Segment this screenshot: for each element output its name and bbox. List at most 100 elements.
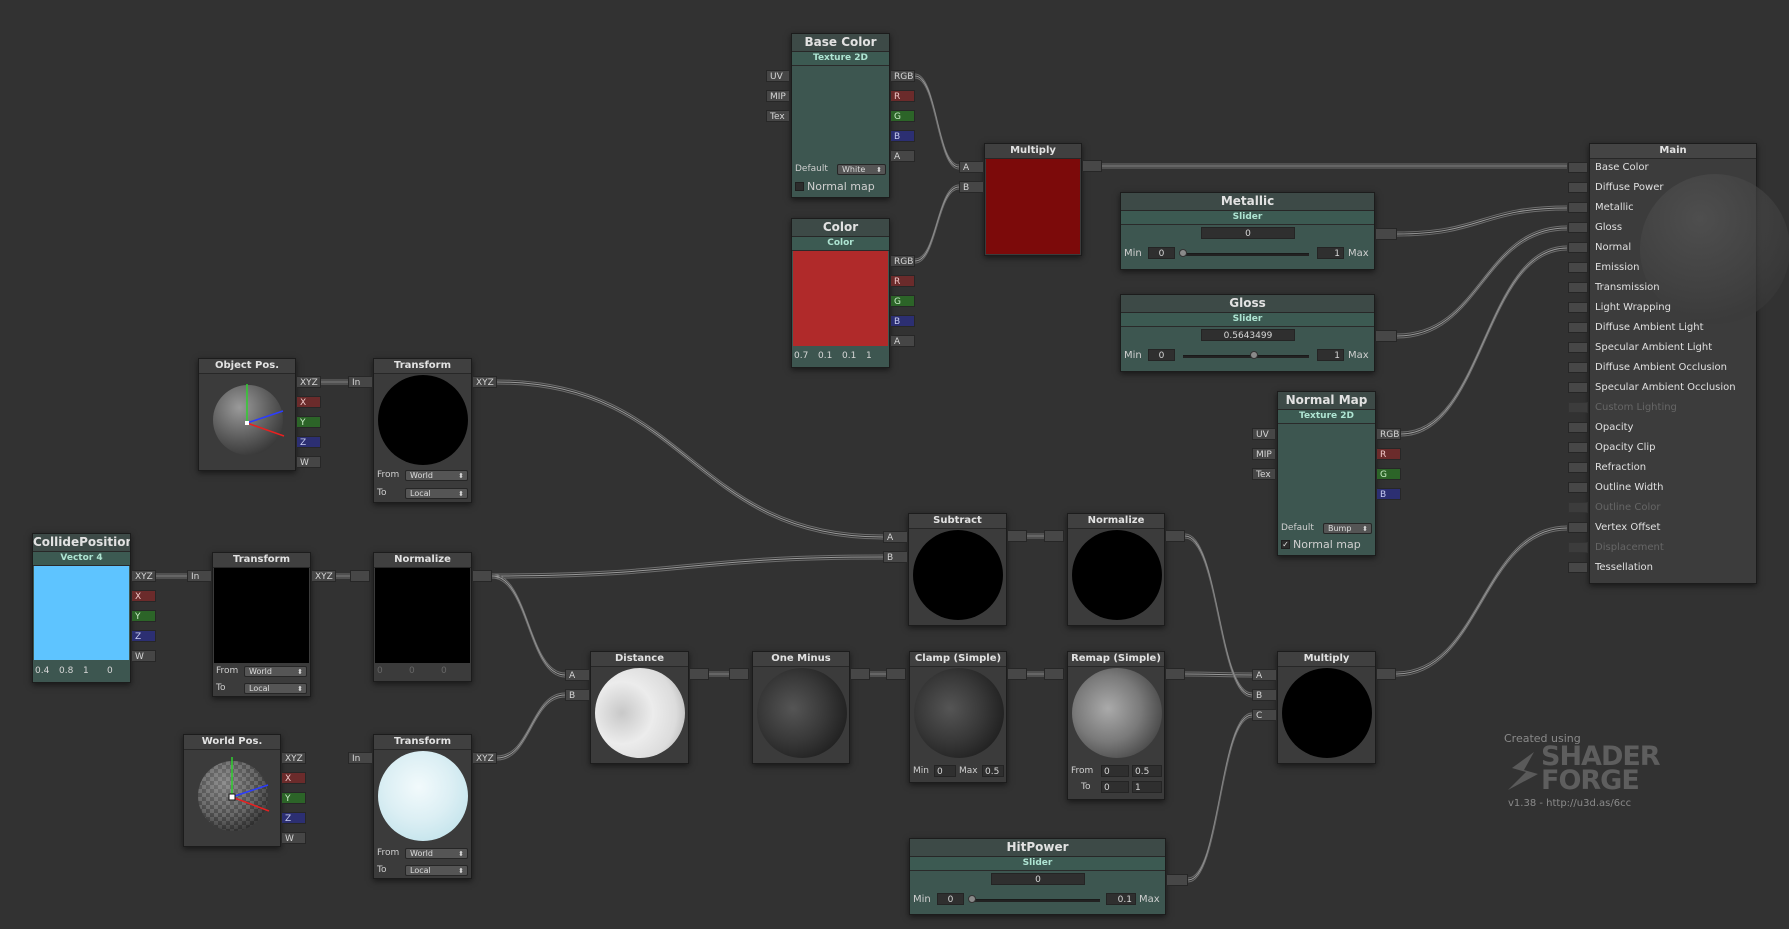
output-port-rgb[interactable]: RGB <box>890 255 915 267</box>
output-port-xyz[interactable]: XYZ <box>472 752 497 764</box>
input-port-tex[interactable]: Tex <box>1252 468 1276 480</box>
max-field[interactable]: 0.5 <box>982 765 1004 777</box>
multiply-node[interactable]: Multiply <box>1277 651 1376 764</box>
input-port[interactable] <box>886 668 906 680</box>
output-port-y[interactable]: Y <box>131 610 156 622</box>
input-port-a[interactable]: A <box>959 161 984 173</box>
slider-value-field[interactable]: 0.5643499 <box>1201 329 1295 341</box>
color-swatch[interactable] <box>793 251 888 346</box>
output-port-xyz[interactable]: XYZ <box>131 570 156 582</box>
input-port-tex[interactable]: Tex <box>766 110 790 122</box>
normalize-node[interactable]: Normalize 0 0 0 <box>373 552 472 682</box>
color-r-value[interactable]: 0.7 <box>794 350 816 362</box>
subtract-node[interactable]: Subtract <box>908 513 1007 626</box>
input-port-a[interactable]: A <box>1252 669 1277 681</box>
one-minus-node[interactable]: One Minus <box>752 651 850 764</box>
output-port[interactable] <box>1007 668 1027 680</box>
output-port-b[interactable]: B <box>890 130 915 142</box>
input-port-in[interactable]: In <box>187 570 212 582</box>
output-port[interactable] <box>689 668 709 680</box>
color-node[interactable]: Color Color 0.7 0.1 0.1 1 <box>791 218 890 368</box>
multiply-node[interactable]: Multiply <box>984 143 1082 256</box>
from-b-field[interactable]: 0.5 <box>1132 765 1162 777</box>
normal-map-checkbox[interactable] <box>795 182 804 191</box>
clamp-simple-node[interactable]: Clamp (Simple) Min 0 Max 0.5 <box>909 651 1007 783</box>
distance-node[interactable]: Distance <box>590 651 689 764</box>
output-port-x[interactable]: X <box>296 396 321 408</box>
input-connector[interactable] <box>1568 482 1588 493</box>
default-dropdown[interactable]: White ⬍ <box>837 164 886 175</box>
min-field[interactable]: 0 <box>937 893 964 905</box>
input-port-in[interactable]: In <box>348 752 373 764</box>
input-connector[interactable] <box>1568 382 1588 393</box>
normalize-node[interactable]: Normalize <box>1067 513 1165 626</box>
input-connector[interactable] <box>1568 342 1588 353</box>
input-port[interactable] <box>350 570 370 582</box>
slider-track[interactable] <box>972 899 1100 902</box>
input-port-b[interactable]: B <box>959 181 984 193</box>
gloss-slider-node[interactable]: Gloss Slider 0.5643499 Min 0 1 Max <box>1120 294 1375 372</box>
transform-node[interactable]: Transform From World ⬍ To Local ⬍ <box>373 358 472 503</box>
input-connector[interactable] <box>1568 202 1588 213</box>
from-a-field[interactable]: 0 <box>1101 765 1129 777</box>
metallic-slider-node[interactable]: Metallic Slider 0 Min 0 1 Max <box>1120 192 1375 270</box>
from-dropdown[interactable]: World ⬍ <box>244 666 307 677</box>
input-port-b[interactable]: B <box>1252 689 1277 701</box>
to-a-field[interactable]: 0 <box>1101 781 1129 793</box>
input-port-b[interactable]: B <box>883 551 908 563</box>
input-port-mip[interactable]: MIP <box>1252 448 1276 460</box>
output-port[interactable] <box>1165 530 1185 542</box>
hitpower-slider-node[interactable]: HitPower Slider 0 Min 0 0.1 Max <box>909 838 1166 915</box>
normal-map-checkbox[interactable]: ✓ <box>1281 540 1290 549</box>
output-port-x[interactable]: X <box>131 590 156 602</box>
input-port-a[interactable]: A <box>883 531 908 543</box>
normal-map-node[interactable]: Normal Map Texture 2D Default Bump ⬍ ✓ No… <box>1277 391 1376 556</box>
output-port-w[interactable]: W <box>281 832 306 844</box>
output-port-a[interactable]: A <box>890 335 915 347</box>
input-connector[interactable] <box>1568 222 1588 233</box>
output-port-y[interactable]: Y <box>281 792 306 804</box>
transform-node[interactable]: Transform From World ⬍ To Local ⬍ <box>212 552 311 697</box>
input-connector[interactable] <box>1568 422 1588 433</box>
input-connector[interactable] <box>1568 522 1588 533</box>
output-port-w[interactable]: W <box>131 650 156 662</box>
output-port-r[interactable]: R <box>890 90 915 102</box>
output-port-xyz[interactable]: XYZ <box>281 752 306 764</box>
output-port[interactable] <box>1007 530 1027 542</box>
input-port[interactable] <box>1044 530 1064 542</box>
input-port-uv[interactable]: UV <box>766 70 790 82</box>
vector-z-value[interactable]: 1 <box>83 665 103 677</box>
vector-swatch[interactable] <box>34 566 129 660</box>
input-connector[interactable] <box>1568 302 1588 313</box>
input-port-c[interactable]: C <box>1252 709 1277 721</box>
output-port[interactable] <box>472 570 492 582</box>
slider-value-field[interactable]: 0 <box>991 873 1085 885</box>
max-field[interactable]: 0.1 <box>1106 893 1136 905</box>
output-port[interactable] <box>1375 330 1397 342</box>
output-port-w[interactable]: W <box>296 456 321 468</box>
output-port-b[interactable]: B <box>890 315 915 327</box>
min-field[interactable]: 0 <box>934 765 956 777</box>
input-connector[interactable] <box>1568 462 1588 473</box>
output-port-a[interactable]: A <box>890 150 915 162</box>
vector-x-value[interactable]: 0.4 <box>35 665 57 677</box>
input-connector[interactable] <box>1568 242 1588 253</box>
input-port-b[interactable]: B <box>565 689 590 701</box>
slider-track[interactable] <box>1183 355 1309 358</box>
max-field[interactable]: 1 <box>1317 247 1344 259</box>
output-port[interactable] <box>1082 160 1102 172</box>
to-dropdown[interactable]: Local ⬍ <box>405 865 468 876</box>
output-port-rgb[interactable]: RGB <box>890 70 915 82</box>
default-dropdown[interactable]: Bump ⬍ <box>1323 523 1372 534</box>
input-connector[interactable] <box>1568 362 1588 373</box>
color-g-value[interactable]: 0.1 <box>818 350 840 362</box>
output-port-xyz[interactable]: XYZ <box>472 376 497 388</box>
remap-simple-node[interactable]: Remap (Simple) From 0 0.5 To 0 1 <box>1067 651 1165 800</box>
slider-value-field[interactable]: 0 <box>1201 227 1295 239</box>
slider-track[interactable] <box>1183 253 1309 256</box>
input-port-a[interactable]: A <box>565 669 590 681</box>
input-connector[interactable] <box>1568 282 1588 293</box>
from-dropdown[interactable]: World ⬍ <box>405 470 468 481</box>
vector-y-value[interactable]: 0.8 <box>59 665 81 677</box>
output-port-b[interactable]: B <box>1376 488 1401 500</box>
